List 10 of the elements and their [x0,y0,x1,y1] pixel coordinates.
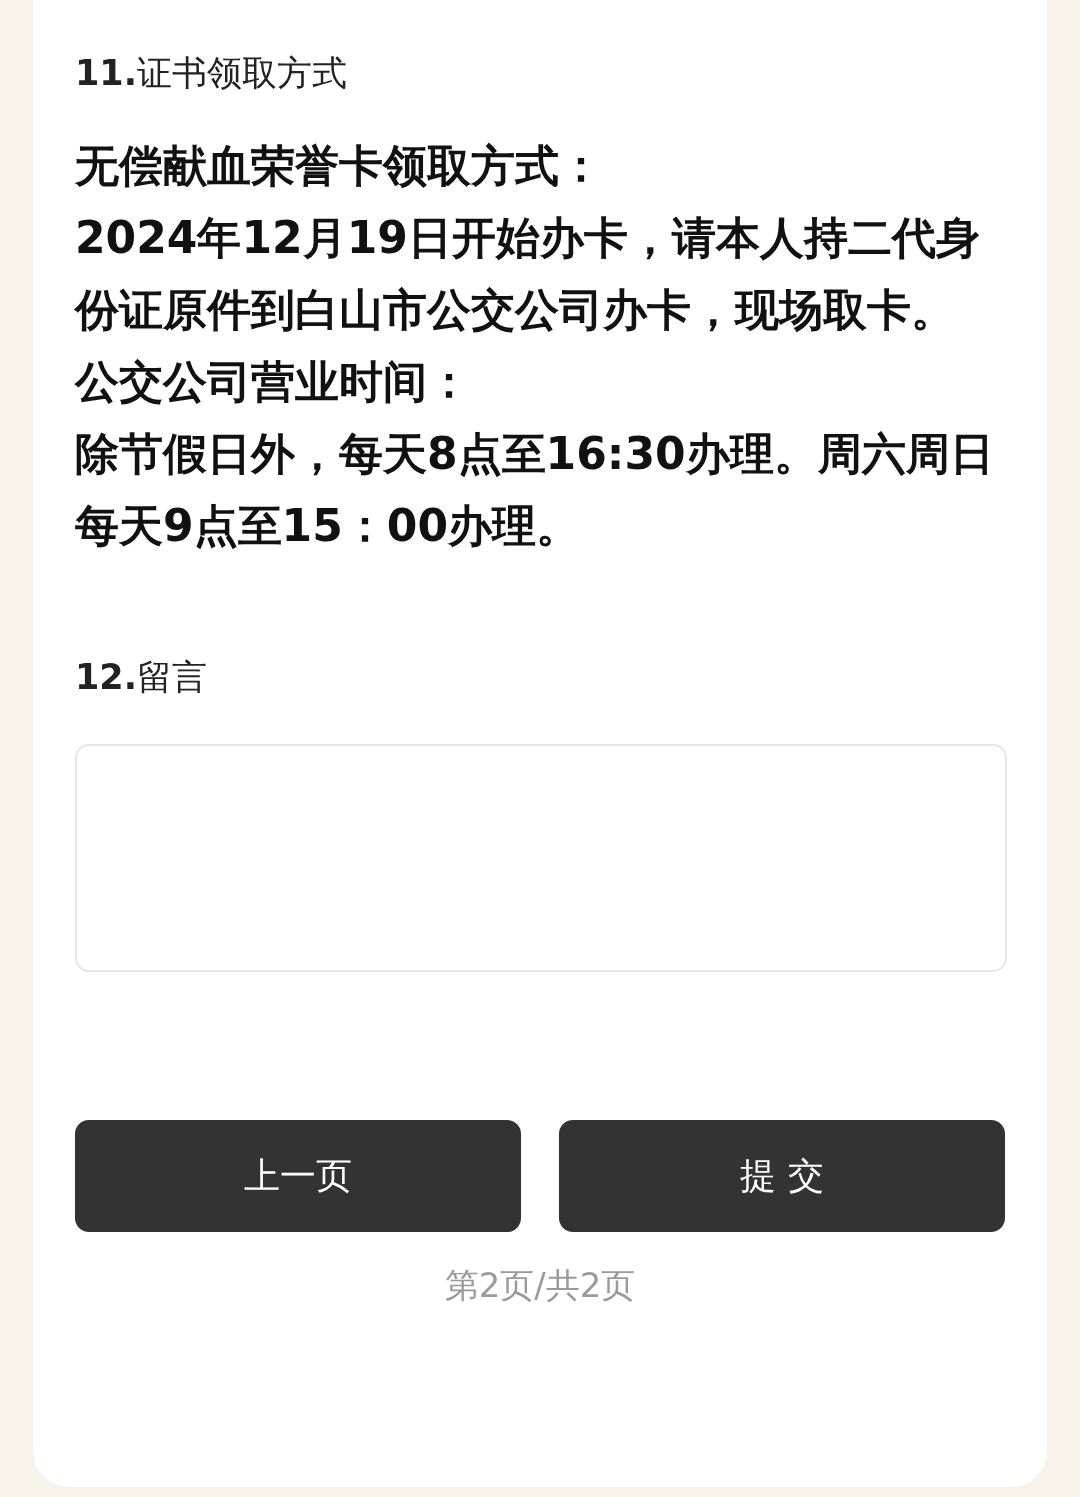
info-paragraph: 2024年12月19日开始办卡，请本人持二代身份证原件到白山市公交公司办卡，现场取卡。 [75,211,981,337]
info-paragraph: 除节假日外，每天8点至16:30办理。周六周日每天9点至15：00办理。 [75,427,995,553]
question-title: 11.证书领取方式 [75,52,348,95]
page-indicator: 第2页/共2页 [444,1264,636,1307]
previous-page-button[interactable]: 上一页 [75,1120,521,1232]
submit-button[interactable]: 提 交 [559,1120,1005,1232]
info-paragraph: 公交公司营业时间： [75,355,472,409]
info-paragraph: 无偿献血荣誉卡领取方式： [75,139,604,193]
question-title: 12.留言 [75,656,208,699]
comment-field[interactable] [75,744,1007,972]
